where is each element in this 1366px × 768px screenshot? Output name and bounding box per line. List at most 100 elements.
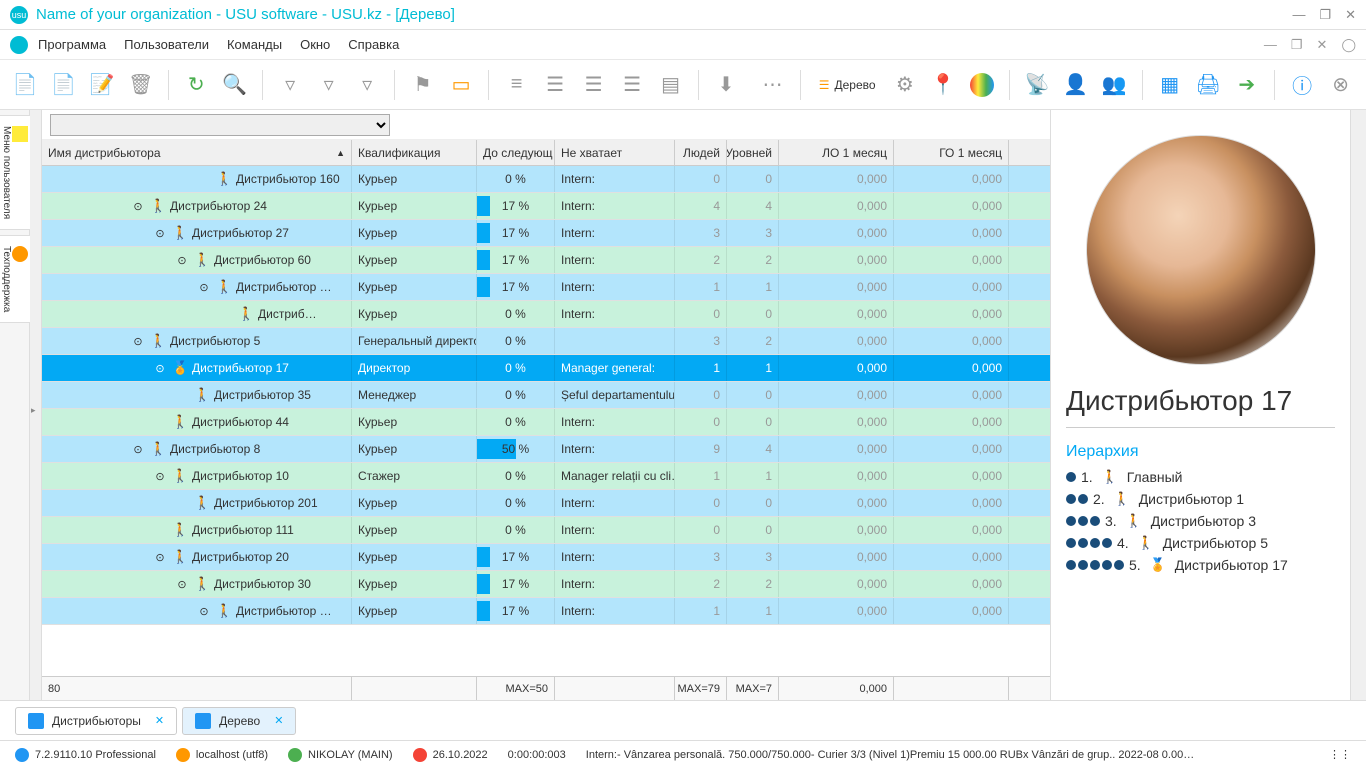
tree-view-button[interactable]: ☰Дерево <box>813 78 882 92</box>
tab-distributors[interactable]: Дистрибьюторы ✕ <box>15 707 177 735</box>
delete-doc-icon[interactable]: 🗑 <box>126 69 157 101</box>
filter-settings-icon[interactable]: ▿ <box>313 69 344 101</box>
table-row[interactable]: ⊙🚶Дистрибьютор 10Стажер0 %Manager relați… <box>42 463 1050 490</box>
table-row[interactable]: ⊙🚶Дистрибьютор 27Курьер17 %Intern:330,00… <box>42 220 1050 247</box>
table-row[interactable]: ⊙🚶Дистрибьютор 20Курьер17 %Intern:330,00… <box>42 544 1050 571</box>
tab-close-icon[interactable]: ✕ <box>274 714 283 727</box>
expand-icon[interactable]: ⊙ <box>130 200 146 213</box>
hierarchy-item[interactable]: 5.🏅Дистрибьютор 17 <box>1066 557 1335 573</box>
col-levels[interactable]: Уровней <box>727 140 779 165</box>
menu-help[interactable]: Справка <box>348 37 399 52</box>
side-tab-support[interactable]: Техподдержка <box>0 235 31 323</box>
table-row[interactable]: ⊙🚶Дистрибьютор 60Курьер17 %Intern:220,00… <box>42 247 1050 274</box>
expand-icon[interactable]: ⊙ <box>130 443 146 456</box>
hierarchy-item[interactable]: 4.🚶Дистрибьютор 5 <box>1066 535 1335 551</box>
table-row[interactable]: ⊙🚶Дистрибьютор 30Курьер17 %Intern:220,00… <box>42 571 1050 598</box>
table-row[interactable]: ⊙🚶Дистрибьютор 24Курьер17 %Intern:440,00… <box>42 193 1050 220</box>
tab-close-icon[interactable]: ✕ <box>155 714 164 727</box>
expand-icon[interactable]: ⊙ <box>174 254 190 267</box>
row-people: 1 <box>675 598 727 624</box>
mdi-close-icon[interactable]: ✕ <box>1317 37 1328 53</box>
flag-icon[interactable]: ⚑ <box>407 69 438 101</box>
row-people: 0 <box>675 517 727 543</box>
list-icon[interactable]: ≡ <box>501 69 532 101</box>
side-tab-user-menu[interactable]: Меню пользователя <box>0 115 31 230</box>
hierarchy-item[interactable]: 2.🚶Дистрибьютор 1 <box>1066 491 1335 507</box>
table-row[interactable]: 🚶Дистрибьютор 201Курьер0 %Intern:000,000… <box>42 490 1050 517</box>
menu-users[interactable]: Пользователи <box>124 37 209 52</box>
refresh-icon[interactable]: ↻ <box>181 69 212 101</box>
import-icon[interactable]: ⬇ <box>711 69 742 101</box>
grid-header: Имя дистрибьютора▲ Квалификация До следу… <box>42 140 1050 166</box>
row-progress: 0 % <box>477 355 555 381</box>
mdi-help-icon[interactable]: ◯ <box>1341 37 1356 53</box>
filter-icon[interactable]: ▿ <box>275 69 306 101</box>
edit-doc-icon[interactable]: 📝 <box>87 69 118 101</box>
close-icon[interactable]: ✕ <box>1345 7 1356 23</box>
expand-icon[interactable]: ⊙ <box>152 227 168 240</box>
go-icon[interactable]: ➔ <box>1231 69 1262 101</box>
filter-clear-icon[interactable]: ▿ <box>352 69 383 101</box>
columns-icon[interactable]: ▤ <box>655 69 686 101</box>
status-version: 7.2.9110.10 Professional <box>15 748 156 762</box>
more-icon[interactable]: ⋯ <box>757 69 788 101</box>
table-row[interactable]: ⊙🏅Дистрибьютор 17Директор0 %Manager gene… <box>42 355 1050 382</box>
col-next[interactable]: До следующ… <box>477 140 555 165</box>
table-row[interactable]: ⊙🚶Дистрибьютор 5Генеральный директор0 %3… <box>42 328 1050 355</box>
expand-icon[interactable]: ⊙ <box>196 281 212 294</box>
col-people[interactable]: Людей <box>675 140 727 165</box>
hierarchy-item[interactable]: 3.🚶Дистрибьютор 3 <box>1066 513 1335 529</box>
col-go[interactable]: ГО 1 месяц <box>894 140 1009 165</box>
image-icon[interactable]: ▭ <box>446 69 477 101</box>
calendar-icon[interactable]: ▦ <box>1154 69 1185 101</box>
rss-icon[interactable]: 📡 <box>1022 69 1053 101</box>
expand-icon[interactable]: ⊙ <box>152 362 168 375</box>
row-levels: 4 <box>727 436 779 462</box>
expand-icon[interactable]: ⊙ <box>196 605 212 618</box>
col-miss[interactable]: Не хватает <box>555 140 675 165</box>
print-icon[interactable]: 🖨 <box>1193 69 1224 101</box>
minimize-icon[interactable]: — <box>1292 7 1305 23</box>
tab-tree[interactable]: Дерево ✕ <box>182 707 296 735</box>
top-combo[interactable] <box>50 114 390 136</box>
new-doc-icon[interactable]: 📄 <box>10 69 41 101</box>
table-row[interactable]: ⊙🚶Дистрибьютор …Курьер17 %Intern:110,000… <box>42 598 1050 625</box>
table-row[interactable]: 🚶Дистрибьютор 35Менеджер0 %Șeful departa… <box>42 382 1050 409</box>
status-grip-icon[interactable]: ⋮⋮ <box>1329 748 1351 761</box>
gear-icon[interactable]: ⚙ <box>890 69 921 101</box>
col-name[interactable]: Имя дистрибьютора▲ <box>42 140 352 165</box>
col-lo[interactable]: ЛО 1 месяц <box>779 140 894 165</box>
panel-expander[interactable] <box>30 110 42 700</box>
color-icon[interactable] <box>967 69 998 101</box>
menu-commands[interactable]: Команды <box>227 37 282 52</box>
table-row[interactable]: 🚶Дистрибьютор 44Курьер0 %Intern:000,0000… <box>42 409 1050 436</box>
mdi-restore-icon[interactable]: ❐ <box>1291 37 1303 53</box>
table-row[interactable]: 🚶Дистриб…Курьер0 %Intern:000,0000,000 <box>42 301 1050 328</box>
tree-collapse-icon[interactable]: ☰ <box>578 69 609 101</box>
table-row[interactable]: ⊙🚶Дистрибьютор …Курьер17 %Intern:110,000… <box>42 274 1050 301</box>
close2-icon[interactable]: ⊗ <box>1325 69 1356 101</box>
open-doc-icon[interactable]: 📄 <box>49 69 80 101</box>
table-row[interactable]: 🚶Дистрибьютор 111Курьер0 %Intern:000,000… <box>42 517 1050 544</box>
col-kval[interactable]: Квалификация <box>352 140 477 165</box>
mdi-minimize-icon[interactable]: — <box>1264 37 1277 53</box>
menu-window[interactable]: Окно <box>300 37 330 52</box>
expand-icon[interactable]: ⊙ <box>174 578 190 591</box>
search-icon[interactable]: 🔍 <box>219 69 250 101</box>
vertical-scrollbar[interactable] <box>1350 110 1366 700</box>
hierarchy-item[interactable]: 1.🚶Главный <box>1066 469 1335 485</box>
tree-expand-icon[interactable]: ☰ <box>540 69 571 101</box>
tree-add-icon[interactable]: ☰ <box>617 69 648 101</box>
expand-icon[interactable]: ⊙ <box>152 470 168 483</box>
user-icon[interactable]: 👤 <box>1061 69 1092 101</box>
maximize-icon[interactable]: ❐ <box>1319 7 1331 23</box>
expand-icon[interactable]: ⊙ <box>152 551 168 564</box>
row-go: 0,000 <box>894 166 1009 192</box>
table-row[interactable]: ⊙🚶Дистрибьютор 8Курьер50 %Intern:940,000… <box>42 436 1050 463</box>
table-row[interactable]: 🚶Дистрибьютор 160Курьер0 %Intern:000,000… <box>42 166 1050 193</box>
users-icon[interactable]: 👥 <box>1099 69 1130 101</box>
info-icon[interactable]: ⓘ <box>1287 69 1318 101</box>
location-icon[interactable]: 📍 <box>928 69 959 101</box>
expand-icon[interactable]: ⊙ <box>130 335 146 348</box>
menu-program[interactable]: Программа <box>38 37 106 52</box>
